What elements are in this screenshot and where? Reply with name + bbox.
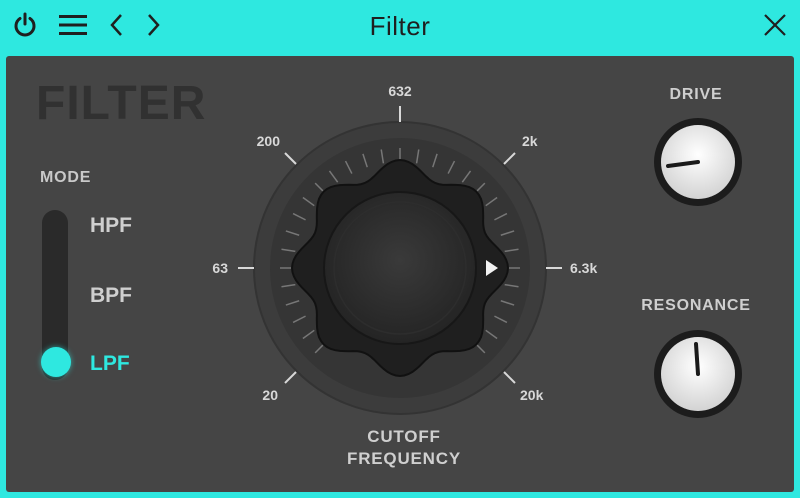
hamburger-menu-icon[interactable] — [56, 8, 90, 42]
cutoff-label-line1: CUTOFF — [367, 427, 441, 446]
cutoff-tick-200 — [284, 152, 297, 165]
cutoff-scale-20k: 20k — [520, 387, 544, 403]
cutoff-tick-20 — [284, 371, 297, 384]
resonance-knob-pointer — [694, 342, 700, 376]
chevron-right-icon[interactable] — [136, 8, 170, 42]
plugin-panel: FILTER MODE HPF BPF LPF 632 200 2k 63 6.… — [6, 56, 794, 492]
power-icon[interactable] — [8, 8, 42, 42]
cutoff-tick-20k — [503, 371, 516, 384]
drive-knob[interactable] — [648, 114, 748, 214]
cutoff-frequency-label: CUTOFF FREQUENCY — [304, 426, 504, 470]
chevron-left-icon[interactable] — [100, 8, 134, 42]
cutoff-tick-2k — [503, 152, 516, 165]
drive-label: DRIVE — [669, 86, 723, 103]
cutoff-knob-cap[interactable] — [323, 191, 477, 345]
cutoff-label-line2: FREQUENCY — [347, 449, 461, 468]
cutoff-scale-63: 63 — [212, 260, 228, 276]
cutoff-scale-200: 200 — [257, 133, 281, 149]
close-icon[interactable] — [758, 8, 792, 42]
resonance-label: RESONANCE — [641, 297, 751, 314]
title-bar: Filter — [0, 0, 800, 52]
cutoff-scale-2k: 2k — [522, 133, 538, 149]
cutoff-scale-20: 20 — [262, 387, 278, 403]
resonance-knob[interactable] — [648, 326, 748, 426]
cutoff-scale-6.3k: 6.3k — [570, 260, 597, 276]
cutoff-scale-632: 632 — [388, 83, 412, 99]
